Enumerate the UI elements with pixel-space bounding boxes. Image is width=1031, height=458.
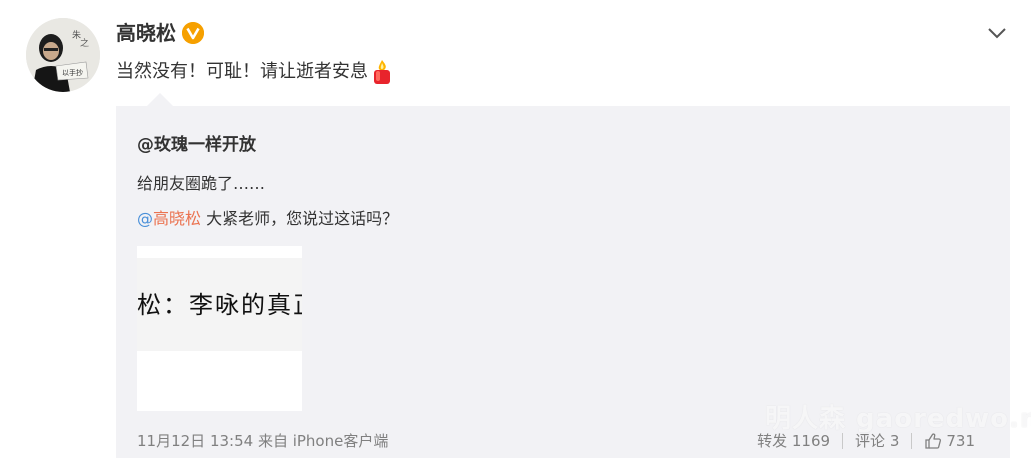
author-name[interactable]: 高晓松 xyxy=(116,20,176,46)
quoted-text-rest: 大紧老师，您说过这话吗？ xyxy=(201,209,399,228)
divider xyxy=(911,433,913,449)
svg-text:以手抄: 以手抄 xyxy=(62,68,83,77)
quote-arrow xyxy=(147,93,173,106)
mention-link[interactable]: @高晓松 xyxy=(137,209,201,228)
candle-icon xyxy=(370,59,394,85)
mention-name: 高晓松 xyxy=(153,209,202,228)
post-text-content: 当然没有！可耻！请让逝者安息 xyxy=(116,61,368,82)
quoted-image-thumbnail[interactable]: 松：李咏的真正 xyxy=(137,246,302,411)
post-actions: 转发 1169 评论 3 731 xyxy=(757,430,975,452)
avatar[interactable]: 朱 之 以手抄 xyxy=(26,18,100,92)
image-caption-text: 松：李咏的真正 xyxy=(137,291,302,319)
like-count: 731 xyxy=(946,432,975,450)
divider xyxy=(842,433,844,449)
repost-button[interactable]: 转发 1169 xyxy=(757,430,830,452)
chevron-down-icon[interactable] xyxy=(985,24,1009,42)
like-button[interactable]: 731 xyxy=(924,430,975,452)
post-meta: 11月12日 13:54 来自 iPhone客户端 xyxy=(137,432,389,450)
post-text: 当然没有！可耻！请让逝者安息 xyxy=(116,59,394,85)
quoted-text-line1: 给朋友圈跪了…… xyxy=(137,174,266,193)
comment-button[interactable]: 评论 3 xyxy=(855,430,899,452)
verified-v-icon xyxy=(182,22,204,44)
author-name-row: 高晓松 xyxy=(116,20,204,46)
svg-text:之: 之 xyxy=(80,37,89,49)
quoted-author[interactable]: @玫瑰一样开放 xyxy=(137,132,256,158)
thumbs-up-icon xyxy=(925,433,942,449)
avatar-image: 朱 之 以手抄 xyxy=(26,18,100,92)
quoted-text-line2: @高晓松 大紧老师，您说过这话吗？ xyxy=(137,207,398,231)
